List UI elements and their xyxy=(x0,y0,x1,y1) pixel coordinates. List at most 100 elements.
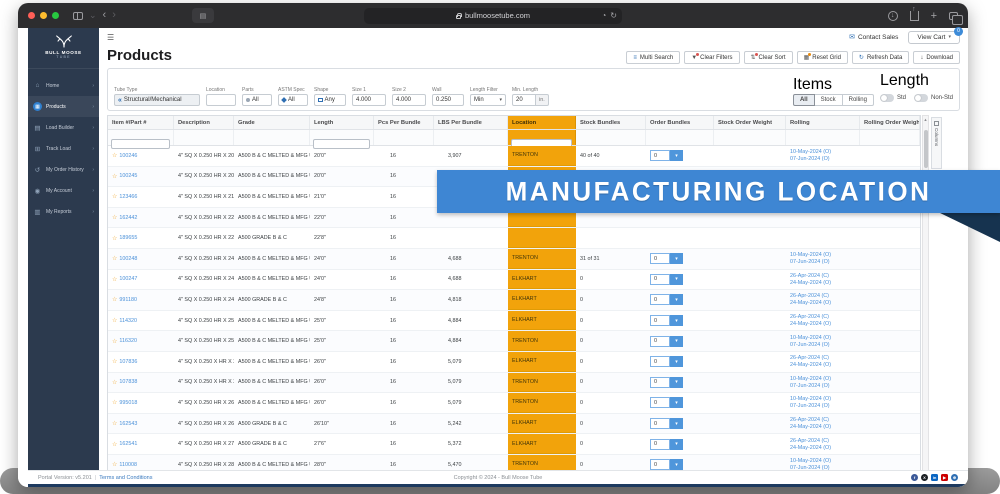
item-number-link[interactable]: 162543 xyxy=(119,421,137,427)
scroll-up-icon[interactable]: ▲ xyxy=(923,117,928,122)
filter-field-input[interactable]: Any xyxy=(314,94,346,106)
add-to-cart-button[interactable]: ▾ xyxy=(670,294,683,305)
back-icon[interactable]: ‹ xyxy=(103,10,107,21)
item-number-link[interactable]: 995018 xyxy=(119,400,137,406)
filter-field-input[interactable]: 20 xyxy=(512,94,536,106)
add-to-cart-button[interactable]: ▾ xyxy=(670,315,683,326)
column-header-stock-order-weight[interactable]: Stock Order Weight xyxy=(714,116,786,129)
privacy-icon[interactable]: ◔ xyxy=(601,11,606,20)
order-quantity-input[interactable]: 0 xyxy=(650,377,670,388)
rolling-date-link[interactable]: 10-May-2024 (O) xyxy=(790,149,831,155)
rolling-date-link[interactable]: 26-Apr-2024 (C) xyxy=(790,314,829,320)
item-number-link[interactable]: 100248 xyxy=(119,256,137,262)
column-header-description[interactable]: Description xyxy=(174,116,234,129)
sidebar-item-load-builder[interactable]: ▤Load Builder› xyxy=(28,117,99,138)
order-quantity-input[interactable]: 0 xyxy=(650,356,670,367)
favorite-star-icon[interactable]: ☆ xyxy=(112,441,117,448)
filter-field-input[interactable] xyxy=(206,94,236,106)
favorite-star-icon[interactable]: ☆ xyxy=(112,296,117,303)
address-bar[interactable]: bullmoosetube.com ◔ ↻ xyxy=(364,8,622,24)
youtube-icon[interactable]: ▶ xyxy=(941,474,948,481)
order-quantity-input[interactable]: 0 xyxy=(650,150,670,161)
item-number-link[interactable]: 116320 xyxy=(119,338,137,344)
linkedin-icon[interactable]: in xyxy=(931,474,938,481)
favorite-star-icon[interactable]: ☆ xyxy=(112,338,117,345)
order-quantity-input[interactable]: 0 xyxy=(650,315,670,326)
column-header-lbs-per-bundle[interactable]: LBS Per Bundle xyxy=(434,116,508,129)
filter-field-input[interactable]: 0.250 xyxy=(432,94,464,106)
globe-icon[interactable]: ⊕ xyxy=(951,474,958,481)
view-cart-button[interactable]: View Cart ▾ 0 xyxy=(908,31,960,44)
rolling-date-link[interactable]: 26-Apr-2024 (C) xyxy=(790,273,829,279)
refresh-data-button[interactable]: ↻Refresh Data xyxy=(852,51,909,64)
order-quantity-input[interactable]: 0 xyxy=(650,439,670,450)
filter-field-input[interactable]: Min▾ xyxy=(470,94,506,106)
rolling-date-link[interactable]: 07-Jun-2024 (O) xyxy=(790,403,830,409)
add-to-cart-button[interactable]: ▾ xyxy=(670,356,683,367)
minimize-window-icon[interactable] xyxy=(40,12,47,19)
column-header-pcs-per-bundle[interactable]: Pcs Per Bundle xyxy=(374,116,434,129)
reset-grid-button[interactable]: ▦Reset Grid xyxy=(797,51,848,64)
item-number-link[interactable]: 114320 xyxy=(119,318,137,324)
add-to-cart-button[interactable]: ▾ xyxy=(670,418,683,429)
toggle-non-std[interactable]: Non-Std xyxy=(914,94,953,102)
item-number-link[interactable]: 107838 xyxy=(119,379,137,385)
rolling-date-link[interactable]: 24-May-2024 (O) xyxy=(790,362,831,368)
clear-sort-button[interactable]: ⇅Clear Sort xyxy=(744,51,793,64)
rolling-date-link[interactable]: 07-Jun-2024 (O) xyxy=(790,342,830,348)
terms-link[interactable]: Terms and Conditions xyxy=(99,475,152,481)
rolling-date-link[interactable]: 24-May-2024 (O) xyxy=(790,424,831,430)
contact-sales-link[interactable]: ✉ Contact Sales xyxy=(849,33,898,41)
favorite-star-icon[interactable]: ☆ xyxy=(112,399,117,406)
downloads-icon[interactable]: ↓ xyxy=(888,11,898,21)
filter-field-input[interactable]: 4.000 xyxy=(392,94,426,106)
column-header-location[interactable]: Location xyxy=(508,116,576,129)
favorite-star-icon[interactable]: ☆ xyxy=(112,379,117,386)
rolling-date-link[interactable]: 26-Apr-2024 (C) xyxy=(790,293,829,299)
rolling-date-link[interactable]: 07-Jun-2024 (O) xyxy=(790,156,830,162)
order-quantity-input[interactable]: 0 xyxy=(650,294,670,305)
add-to-cart-button[interactable]: ▾ xyxy=(670,336,683,347)
favorite-star-icon[interactable]: ☆ xyxy=(112,255,117,262)
favorite-star-icon[interactable]: ☆ xyxy=(112,358,117,365)
rolling-date-link[interactable]: 10-May-2024 (O) xyxy=(790,252,831,258)
column-header-rolling-order-weight[interactable]: Rolling Order Weight xyxy=(860,116,920,129)
add-to-cart-button[interactable]: ▾ xyxy=(670,459,683,470)
rolling-date-link[interactable]: 24-May-2024 (O) xyxy=(790,321,831,327)
clear-filters-button[interactable]: ▼Clear Filters xyxy=(684,51,739,64)
items-option-rolling[interactable]: Rolling xyxy=(842,94,874,106)
column-header-length[interactable]: Length xyxy=(310,116,374,129)
favorite-star-icon[interactable]: ☆ xyxy=(112,193,117,200)
add-to-cart-button[interactable]: ▾ xyxy=(670,377,683,388)
rolling-date-link[interactable]: 10-May-2024 (O) xyxy=(790,376,831,382)
rolling-date-link[interactable]: 07-Jun-2024 (O) xyxy=(790,259,830,265)
add-to-cart-button[interactable]: ▾ xyxy=(670,150,683,161)
sidebar-item-my-account[interactable]: ◉My Account› xyxy=(28,180,99,201)
items-option-all[interactable]: All xyxy=(793,94,815,106)
favorite-star-icon[interactable]: ☆ xyxy=(112,235,117,242)
rolling-date-link[interactable]: 10-May-2024 (O) xyxy=(790,335,831,341)
rolling-date-link[interactable]: 07-Jun-2024 (O) xyxy=(790,383,830,389)
favorite-star-icon[interactable]: ☆ xyxy=(112,317,117,324)
hamburger-menu-icon[interactable]: ☰ xyxy=(107,33,114,42)
tab-favicon-pill[interactable]: ▤ xyxy=(192,8,214,23)
reload-icon[interactable]: ↻ xyxy=(610,11,617,20)
sidebar-item-home[interactable]: ⌂Home› xyxy=(28,75,99,96)
rolling-date-link[interactable]: 24-May-2024 (O) xyxy=(790,280,831,286)
share-icon[interactable] xyxy=(910,11,919,21)
facebook-icon[interactable]: f xyxy=(911,474,918,481)
scrollbar-thumb[interactable] xyxy=(924,130,928,168)
rolling-date-link[interactable]: 26-Apr-2024 (C) xyxy=(790,355,829,361)
forward-icon[interactable]: › xyxy=(112,10,116,21)
item-number-link[interactable]: 162541 xyxy=(119,441,137,447)
order-quantity-input[interactable]: 0 xyxy=(650,418,670,429)
browser-sidebar-icon[interactable] xyxy=(73,12,83,20)
favorite-star-icon[interactable]: ☆ xyxy=(112,276,117,283)
sidebar-item-products[interactable]: ▦Products› xyxy=(28,96,99,117)
add-to-cart-button[interactable]: ▾ xyxy=(670,253,683,264)
item-number-link[interactable]: 107836 xyxy=(119,359,137,365)
favorite-star-icon[interactable]: ☆ xyxy=(112,461,117,468)
rolling-date-link[interactable]: 10-May-2024 (O) xyxy=(790,458,831,464)
maximize-window-icon[interactable] xyxy=(52,12,59,19)
item-number-link[interactable]: 100245 xyxy=(119,173,137,179)
